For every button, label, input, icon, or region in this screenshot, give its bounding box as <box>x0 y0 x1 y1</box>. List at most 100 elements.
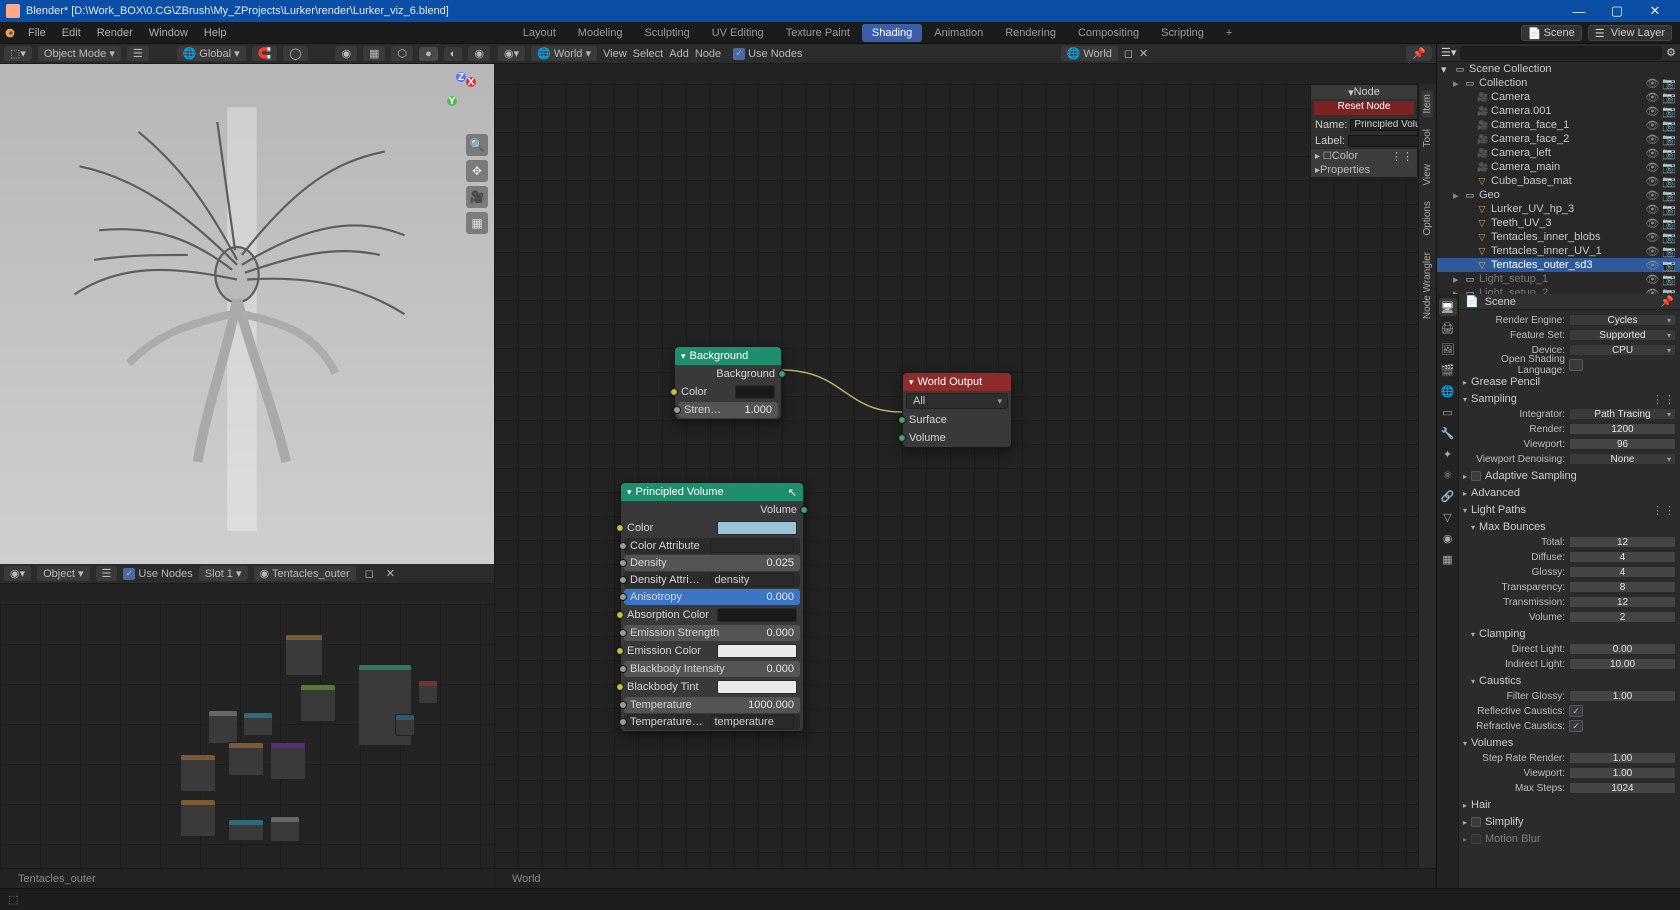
panel-light-paths[interactable]: ▾Light Paths⋮⋮ <box>1463 503 1676 517</box>
scene-selector[interactable]: 📄Scene <box>1521 25 1582 41</box>
tab-material[interactable]: ◉ <box>1439 529 1457 547</box>
shading-solid[interactable]: ● <box>419 47 438 61</box>
nav-gizmo[interactable]: X Y Z <box>442 72 480 113</box>
outliner-item-light-setup-2[interactable]: ▸Light_setup_2👁📷 <box>1437 286 1680 294</box>
tab-output[interactable]: 🖨 <box>1439 319 1457 337</box>
menu-window[interactable]: Window <box>141 22 196 43</box>
tab-modifiers[interactable]: 🔧 <box>1439 424 1457 442</box>
panel-advanced[interactable]: ▸Advanced <box>1463 486 1676 500</box>
outliner-item-camera-left[interactable]: Camera_left👁📷 <box>1437 146 1680 160</box>
render-samples[interactable]: 1200 <box>1569 423 1676 435</box>
reflective-caustics[interactable] <box>1569 705 1583 717</box>
shading-wireframe[interactable]: ⬡ <box>391 46 413 61</box>
panel-hair[interactable]: ▸Hair <box>1463 798 1676 812</box>
shader-menu-node[interactable]: Node <box>695 48 721 60</box>
outliner-item-cube-base-mat[interactable]: Cube_base_mat👁📷 <box>1437 174 1680 188</box>
outliner-item-tentacles-outer-sd3[interactable]: Tentacles_outer_sd3👁📷 <box>1437 258 1680 272</box>
world-selector[interactable]: 🌐 World <box>1061 46 1118 61</box>
render-engine-select[interactable]: Cycles <box>1569 314 1676 326</box>
pv-emission-strength[interactable]: Emission Strength0.000 <box>624 625 800 641</box>
material-node-editor[interactable]: Tentacles_outer <box>0 584 494 888</box>
filter-glossy[interactable]: 1.00 <box>1569 690 1676 702</box>
workspace-tab-uv-editing[interactable]: UV Editing <box>702 24 774 42</box>
menu-help[interactable]: Help <box>196 22 235 43</box>
workspace-tab-+[interactable]: + <box>1216 24 1242 42</box>
slot-selector[interactable]: Slot 1 ▾ <box>199 566 248 581</box>
workspace-tab-scripting[interactable]: Scripting <box>1151 24 1214 42</box>
mode-selector[interactable]: Object Mode ▾ <box>38 46 121 61</box>
pv-anisotropy[interactable]: Anisotropy0.000 <box>624 589 800 605</box>
pv-blackbody-intensity[interactable]: Blackbody Intensity0.000 <box>624 661 800 677</box>
outliner-item-camera[interactable]: Camera👁📷 <box>1437 90 1680 104</box>
panel-clamping[interactable]: ▾Clamping <box>1471 627 1676 641</box>
npanel-tab-tool[interactable]: Tool <box>1422 125 1433 151</box>
viewport-denoise[interactable]: None <box>1569 453 1676 465</box>
zoom-tool-icon[interactable]: 🔍 <box>466 134 488 156</box>
editor-type-shader[interactable]: ◉▾ <box>4 566 31 581</box>
properties-pin-icon[interactable]: 📌 <box>1660 295 1674 308</box>
editor-type-shader-2[interactable]: ◉▾ <box>498 46 525 61</box>
outliner-item-lurker-uv-hp-3[interactable]: Lurker_UV_hp_3👁📷 <box>1437 202 1680 216</box>
outliner-item-camera-001[interactable]: Camera.001👁📷 <box>1437 104 1680 118</box>
feature-set-select[interactable]: Supported <box>1569 329 1676 341</box>
viewlayer-selector[interactable]: ☰View Layer <box>1588 25 1672 41</box>
pv-density-attribute[interactable]: Density Attributedensity <box>624 572 800 588</box>
workspace-tab-shading[interactable]: Shading <box>862 24 922 42</box>
npanel-tab-nodewrangler[interactable]: Node Wrangler <box>1422 248 1433 323</box>
workspace-tab-animation[interactable]: Animation <box>924 24 993 42</box>
proportional-edit[interactable]: ◯ <box>283 46 307 61</box>
device-select[interactable]: CPU <box>1569 344 1676 356</box>
close-button[interactable]: ✕ <box>1636 3 1674 19</box>
outliner-item-camera-face-2[interactable]: Camera_face_2👁📷 <box>1437 132 1680 146</box>
npanel-tab-options[interactable]: Options <box>1422 197 1433 239</box>
shading-rendered[interactable]: ◉ <box>468 46 490 61</box>
outliner-item-collection[interactable]: ▸Collection👁📷 <box>1437 76 1680 90</box>
workspace-tab-compositing[interactable]: Compositing <box>1068 24 1149 42</box>
shader-type-object[interactable]: Object ▾ <box>37 566 89 581</box>
mat-new-button[interactable]: ◻ <box>362 567 377 580</box>
refractive-caustics[interactable] <box>1569 720 1583 732</box>
workspace-tab-layout[interactable]: Layout <box>513 24 566 42</box>
outliner-item-tentacles-inner-blobs[interactable]: Tentacles_inner_blobs👁📷 <box>1437 230 1680 244</box>
outliner-filter-icon[interactable]: ⚙ <box>1666 46 1676 59</box>
blender-logo-icon[interactable] <box>0 22 20 43</box>
pv-emission-color[interactable]: Emission Color <box>621 642 803 660</box>
mat-menu-icon[interactable]: ☰ <box>96 566 118 581</box>
panel-motion-blur[interactable]: ▸Motion Blur <box>1463 832 1676 846</box>
npanel-tab-item[interactable]: Item <box>1422 90 1433 117</box>
outliner-search[interactable] <box>1460 46 1662 60</box>
tab-viewlayer[interactable]: 🖼 <box>1439 340 1457 358</box>
tab-data[interactable]: ▽ <box>1439 508 1457 526</box>
reset-node-button[interactable]: Reset Node <box>1314 101 1414 115</box>
material-selector[interactable]: ◉ Tentacles_outer <box>254 566 356 581</box>
tab-particles[interactable]: ✦ <box>1439 445 1457 463</box>
panel-sampling[interactable]: ▾Sampling⋮⋮ <box>1463 392 1676 406</box>
pv-absorption-color[interactable]: Absorption Color <box>621 606 803 624</box>
menu-file[interactable]: File <box>20 22 54 43</box>
tab-scene[interactable]: 🎬 <box>1439 361 1457 379</box>
workspace-tab-sculpting[interactable]: Sculpting <box>634 24 699 42</box>
perspective-toggle-icon[interactable]: ▦ <box>466 212 488 234</box>
osl-checkbox[interactable] <box>1569 359 1583 371</box>
npanel-tab-view[interactable]: View <box>1422 160 1433 190</box>
tab-render[interactable]: 🖥 <box>1439 298 1457 316</box>
world-new-button[interactable]: ◻ <box>1124 47 1133 60</box>
outliner-scene-collection[interactable]: ▾Scene Collection <box>1437 62 1680 76</box>
node-background[interactable]: ▾Background Background Color Strength1.0… <box>674 346 782 420</box>
outliner-item-geo[interactable]: ▸Geo👁📷 <box>1437 188 1680 202</box>
workspace-tab-modeling[interactable]: Modeling <box>568 24 633 42</box>
orientation-selector[interactable]: 🌐 Global ▾ <box>177 46 246 61</box>
tab-physics[interactable]: ⚛ <box>1439 466 1457 484</box>
panel-grease-pencil[interactable]: ▸Grease Pencil <box>1463 375 1676 389</box>
pv-density[interactable]: Density0.025 <box>624 555 800 571</box>
outliner-item-camera-face-1[interactable]: Camera_face_1👁📷 <box>1437 118 1680 132</box>
world-output-target[interactable]: All <box>906 393 1008 409</box>
outliner-item-teeth-uv-3[interactable]: Teeth_UV_3👁📷 <box>1437 216 1680 230</box>
shader-menu-add[interactable]: Add <box>669 48 689 60</box>
maximize-button[interactable]: ▢ <box>1598 3 1636 19</box>
integrator-select[interactable]: Path Tracing <box>1569 408 1676 420</box>
world-use-nodes[interactable]: ✓Use Nodes <box>733 48 802 60</box>
mat-unlink-button[interactable]: ✕ <box>383 567 398 580</box>
shader-menu-select[interactable]: Select <box>633 48 664 60</box>
pv-temperature[interactable]: Temperature1000.000 <box>624 697 800 713</box>
